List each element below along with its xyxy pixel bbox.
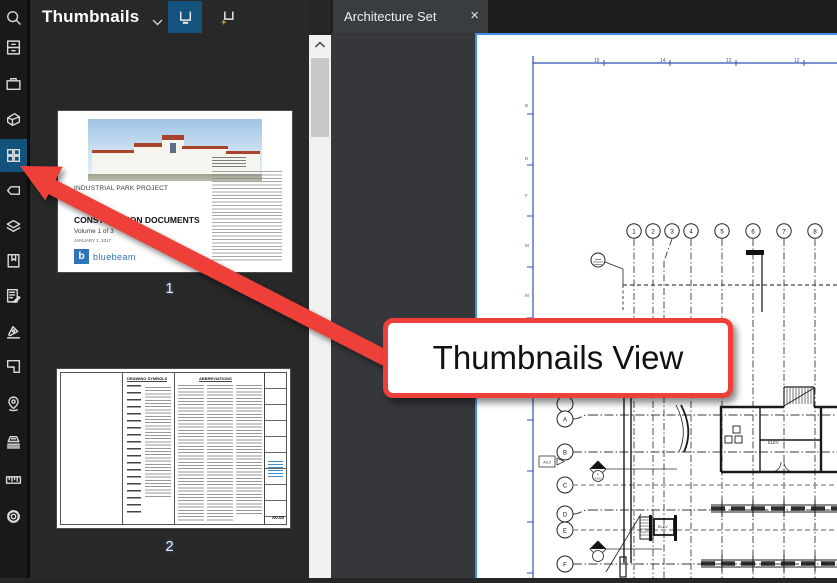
symbols-header: DRAWING SYMBOLS [127,376,167,382]
thumbnail-page-1[interactable]: INDUSTRIAL PARK PROJECT CONSTRUCTION DOC… [58,111,292,272]
svg-text:B: B [525,103,528,108]
chevron-down-icon[interactable] [152,13,163,31]
svg-text:M: M [525,293,529,298]
svg-text:B: B [563,450,567,456]
close-icon[interactable]: × [470,6,479,25]
svg-text:12: 12 [794,58,800,64]
svg-text:M: M [525,243,529,248]
new-dock-panel-button[interactable] [210,1,244,33]
bluebeam-logo-icon: b [74,249,89,264]
tab-architecture-set[interactable]: Architecture Set × [333,0,488,33]
bookmark-icon[interactable] [0,245,27,275]
document-tab-bar: Architecture Set × [331,0,837,33]
svg-text:C: C [563,483,568,489]
svg-text:13: 13 [726,58,732,64]
page-1-label: 1 [30,280,309,297]
file-cabinet-icon[interactable] [0,32,27,62]
bluebeam-wordmark: bluebeam [93,252,136,262]
document-view[interactable]: 15 14 13 12 B D F M M [331,33,837,578]
markup-list-icon[interactable] [0,280,27,310]
panel-title: Thumbnails [42,7,139,27]
svg-text:E: E [563,528,567,534]
project-name: INDUSTRIAL PARK PROJECT [74,185,168,192]
svg-text:15: 15 [594,58,600,64]
thumbnails-panel-header: Thumbnails [30,0,309,36]
thumbnail-page-2[interactable]: DRAWING SYMBOLS ABBREVIATIONS A0.00 [57,369,290,528]
vertical-scrollbar[interactable] [309,35,331,578]
doc-volume: Volume 1 of 3 [74,228,114,235]
svg-text:D: D [563,512,568,518]
title-block: A0.00 [264,373,286,524]
svg-text:D: D [525,156,529,161]
stack-icon[interactable] [0,426,27,456]
thumbnails-panel: Thumbnails INDUSTRIAL PARK PROJECT CONST… [30,0,309,578]
scrollbar-thumb[interactable] [311,58,329,137]
svg-text:ELEV: ELEV [658,525,668,529]
gear-icon[interactable] [0,501,27,531]
tab-label: Architecture Set [344,9,437,24]
svg-text:A3.02: A3.02 [594,477,602,481]
thumbnails-view-callout: Thumbnails View [383,318,733,398]
callout-text: Thumbnails View [433,339,684,377]
abbreviations-header: ABBREVIATIONS [199,376,232,382]
toolbox-icon[interactable] [0,68,27,98]
pen-icon[interactable] [0,316,27,346]
thumbnails-grid-icon[interactable] [0,140,27,170]
drawing-page[interactable]: 15 14 13 12 B D F M M [475,33,837,578]
svg-text:14: 14 [660,58,666,64]
search-icon[interactable] [0,2,27,32]
model-box-icon[interactable] [0,104,27,134]
doc-title: CONSTRUCTION DOCUMENTS [74,215,200,225]
sheet-index-lines [212,171,282,263]
icon-sidebar [0,0,30,578]
svg-text:A: A [563,417,567,423]
floorplan-icon[interactable] [0,351,27,381]
svg-text:F: F [525,193,528,198]
sheet-frame: DRAWING SYMBOLS ABBREVIATIONS A0.00 [60,372,287,525]
svg-text:A3.2: A3.2 [543,461,550,465]
scroll-up-button[interactable] [309,35,331,55]
layers-icon[interactable] [0,211,27,241]
ruler-icon[interactable] [0,464,27,494]
architectural-drawing: 15 14 13 12 B D F M M [477,35,837,578]
svg-text:ELEV: ELEV [768,440,779,445]
tag-icon[interactable] [0,175,27,205]
location-pin-icon[interactable] [0,388,27,418]
sheet-number: A0.00 [272,515,284,520]
page-2-label: 2 [30,538,309,555]
doc-date: JANUARY 1, 2017 [74,238,111,243]
svg-text:F: F [563,562,567,568]
dock-panel-button[interactable] [168,1,202,33]
